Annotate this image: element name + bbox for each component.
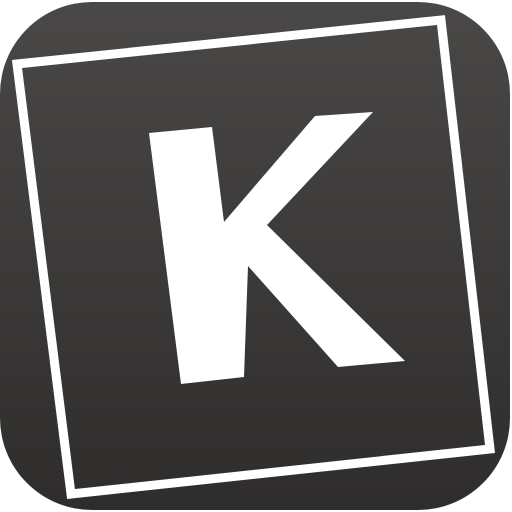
app-icon-svg: [0, 2, 510, 510]
app-icon: [0, 0, 512, 512]
